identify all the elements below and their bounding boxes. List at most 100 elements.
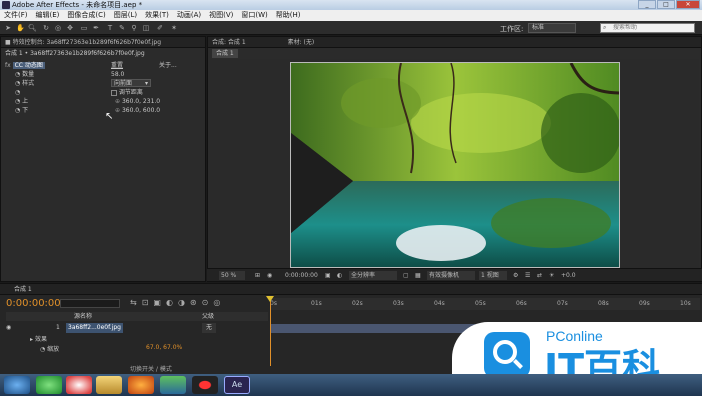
checkbox-icon[interactable] [111,89,117,96]
playhead[interactable] [270,296,271,366]
maximize-button[interactable]: □ [657,0,675,9]
channel-icon[interactable]: ◐ [337,271,342,280]
about-link[interactable]: 关于... [159,61,177,70]
expand-arrow-icon[interactable]: ▸ [30,336,33,343]
workspace-select[interactable]: 标准 [528,23,576,33]
eraser-tool-icon[interactable]: ◫ [142,24,150,32]
effect-controls-panel: ■ 特效控制台: 3a68ff27363e1b289f6f626b7f0e0f.… [0,36,206,282]
start-button[interactable] [4,376,30,394]
effects-group[interactable]: ▸ 效果 [30,334,47,343]
text-tool-icon[interactable]: T [106,24,114,32]
param-value-top[interactable]: ⊕ 360.0, 231.0 [115,97,160,106]
qq-icon[interactable] [66,376,92,394]
browser-green-icon[interactable] [36,376,62,394]
effect-controls-tab[interactable]: ■ 特效控制台: 3a68ff27363e1b289f6f626b7f0e0f.… [1,37,205,48]
timeline-timecode[interactable]: 0:00:00:00 [6,298,61,309]
scale-value[interactable]: 67.0, 67.0% [146,344,182,351]
clone-tool-icon[interactable]: ⚲ [130,24,138,32]
timeline-switches-icons[interactable]: ⇆⊡▣◐◑⊛⊙◎ [130,298,225,307]
zoom-select[interactable]: 50 % [219,271,245,280]
timeline-search-input[interactable] [60,299,120,308]
viewer-timecode[interactable]: 0:00:00:00 [285,271,318,280]
time-ruler[interactable]: 0s 01s 02s 03s 04s 05s 06s 07s 08s 09s 10s [270,298,700,310]
layer-row[interactable]: ◉ 1 3a68ff2...0e0f.jpg 无 [6,323,268,333]
exposure-value[interactable]: +0.0 [561,271,576,280]
timeline-icon[interactable]: ☰ [525,271,530,280]
composition-frame[interactable] [290,62,620,268]
toggle-switches-label[interactable]: 切换开关 / 模式 [130,364,172,373]
exposure-icon[interactable]: ☀ [549,271,554,280]
effect-name[interactable]: CC 动态图 [12,62,45,69]
transparency-icon[interactable]: ▦ [415,271,421,280]
hand-tool-icon[interactable]: ✋ [16,24,25,32]
param-value-amount[interactable]: 58.0 [111,70,124,79]
firefox-icon[interactable] [128,376,154,394]
layer-name[interactable]: 3a68ff2...0e0f.jpg [66,323,123,333]
folder-icon[interactable] [96,376,122,394]
resolution-select[interactable]: 全分辨率 [349,271,397,280]
menu-item-1[interactable]: 编辑(E) [32,10,64,21]
media-player-icon[interactable] [160,376,186,394]
style-dropdown[interactable]: 向前面 ▾ [111,79,151,87]
selection-tool-icon[interactable]: ➤ [4,24,12,32]
stopwatch-icon[interactable]: ◔ [15,80,20,87]
menu-item-5[interactable]: 动画(A) [173,10,205,21]
comp-subtab[interactable]: 合成 1 [212,49,238,58]
composition-tab[interactable]: 合成: 合成 1 [212,39,246,46]
menu-item-8[interactable]: 帮助(H) [272,10,305,21]
snapshot-icon[interactable]: ▣ [325,271,331,280]
region-icon[interactable]: ▢ [403,271,409,280]
menu-item-7[interactable]: 窗口(W) [237,10,271,21]
stopwatch-icon[interactable]: ◔ [40,346,45,353]
parent-select[interactable]: 无 [202,323,217,333]
source-name-header[interactable]: 源名称 [74,312,92,321]
menu-item-3[interactable]: 图层(L) [110,10,141,21]
param-value-bottom[interactable]: ⊕ 360.0, 600.0 [115,106,160,115]
reset-link[interactable]: 重置 [111,61,123,70]
param-label: 上 [22,98,29,105]
stopwatch-icon[interactable]: ◔ [15,98,20,105]
menu-item-2[interactable]: 图像合成(C) [63,10,109,21]
stopwatch-icon[interactable]: ◔ [15,71,20,78]
ruler-tick-label: 07s [557,300,568,307]
rotate-tool-icon[interactable]: ↻ [42,24,50,32]
pen-tool-icon[interactable]: ✒ [92,24,100,32]
ae-app-icon [2,1,10,9]
puppet-tool-icon[interactable]: ✶ [170,24,178,32]
crosshair-icon[interactable]: ⊕ [115,107,122,114]
menu-item-6[interactable]: 视图(V) [205,10,237,21]
ruler-tick-label: 03s [393,300,404,307]
menu-item-4[interactable]: 效果(T) [141,10,173,21]
brush-tool-icon[interactable]: ✎ [118,24,126,32]
flowchart-icon[interactable]: ⇄ [537,271,542,280]
views-select[interactable]: 1 视图 [479,271,507,280]
ae-taskbar-icon[interactable]: Ae [224,376,250,394]
camera-snapshot-icon[interactable]: ◉ [267,271,272,280]
camera-select[interactable]: 有效摄像机 [427,271,475,280]
ruler-tick-label: 09s [639,300,650,307]
camera-tool-icon[interactable]: ◎ [54,24,62,32]
stopwatch-icon[interactable]: ◔ [15,89,20,96]
roto-brush-icon[interactable]: ✐ [156,24,164,32]
pan-behind-tool-icon[interactable]: ✥ [66,24,74,32]
parent-header[interactable]: 父级 [202,312,214,321]
record-icon[interactable] [192,376,218,394]
footage-tab[interactable]: 素材: (无) [288,39,315,46]
eye-icon[interactable]: ◉ [6,323,11,333]
zoom-tool-icon[interactable]: 🔍︎ [28,24,37,32]
grid-icon[interactable]: ⊞ [255,271,260,280]
close-button[interactable]: ✕ [676,0,700,9]
minimize-button[interactable]: _ [638,0,656,9]
param-value: 360.0, 600.0 [121,107,161,114]
brand-name: PConline [546,328,603,344]
workspace-label: 工作区: [500,25,524,33]
crosshair-icon[interactable]: ⊕ [115,98,122,105]
menu-item-0[interactable]: 文件(F) [0,10,32,21]
param-value: 360.0, 231.0 [121,98,161,105]
param-value-distance[interactable]: 调节距离 [111,88,143,97]
help-search-input[interactable]: ⌕ 搜索帮助 [600,23,695,33]
fast-preview-icon[interactable]: ⚙ [513,271,518,280]
timeline-tab[interactable]: 合成 1 [0,284,702,295]
stopwatch-icon[interactable]: ◔ [15,107,20,114]
mask-tool-icon[interactable]: ▭ [80,24,88,32]
